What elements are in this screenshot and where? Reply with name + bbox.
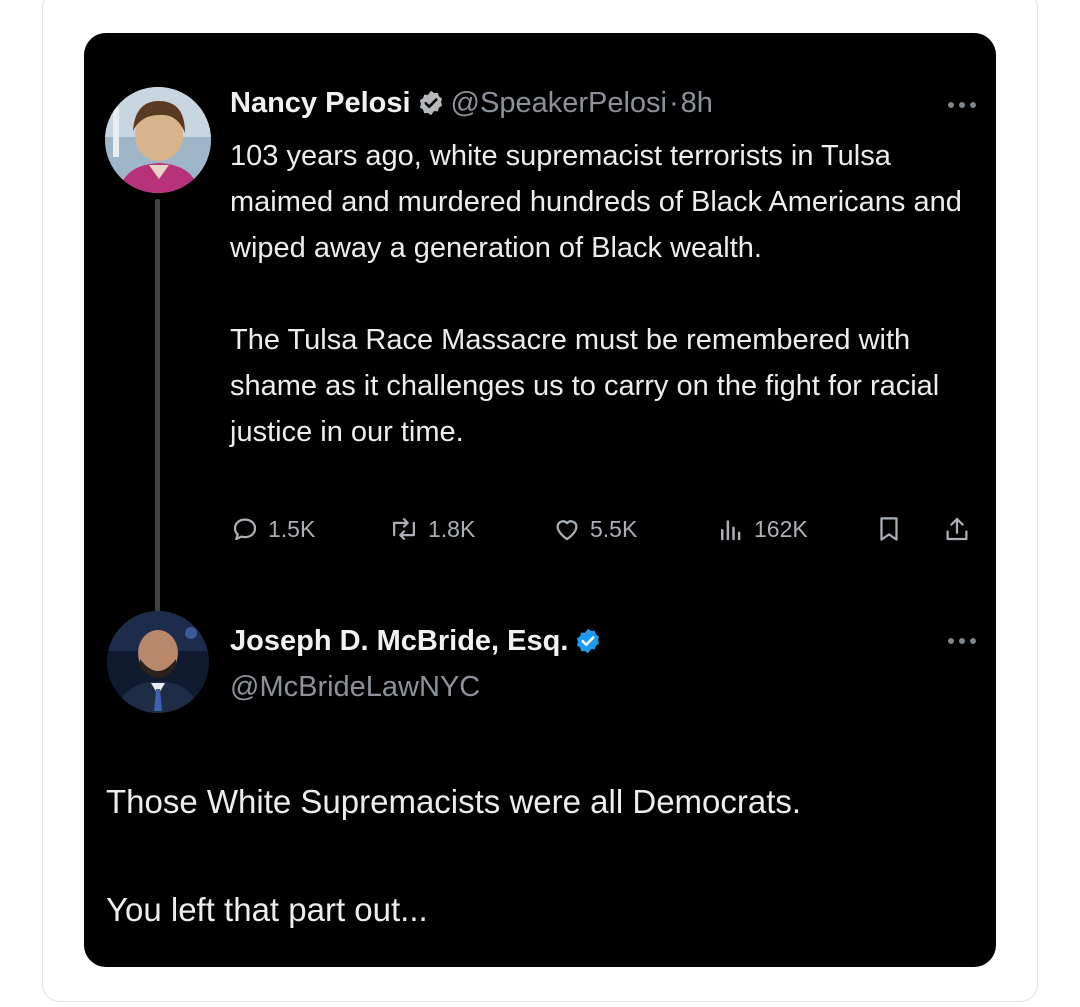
- reply-author-handle[interactable]: @McBrideLawNYC: [230, 669, 480, 705]
- reply-author-name[interactable]: Joseph D. McBride, Esq.: [230, 623, 568, 659]
- author-name[interactable]: Nancy Pelosi: [230, 85, 411, 121]
- reply-line-1: Those White Supremacists were all Democr…: [106, 783, 802, 820]
- repost-button[interactable]: 1.8K: [388, 509, 475, 549]
- tweet-paragraph-2: The Tulsa Race Massacre must be remember…: [230, 324, 940, 448]
- tweet-header: Nancy Pelosi @SpeakerPelosi · 8h: [230, 85, 713, 121]
- share-icon: [946, 517, 968, 541]
- reply-count: 1.5K: [268, 515, 316, 542]
- tweet-action-bar: 1.5K 1.8K 5.5K 162K: [230, 509, 990, 549]
- more-icon: [948, 638, 976, 644]
- reply-name-line: Joseph D. McBride, Esq.: [230, 623, 608, 659]
- reply-button[interactable]: 1.5K: [230, 509, 315, 549]
- reply-text: Those White Supremacists were all Democr…: [106, 775, 986, 937]
- tweet-paragraph-1: 103 years ago, white supremacist terrori…: [230, 140, 962, 264]
- views-count: 162K: [754, 515, 808, 542]
- pelosi-avatar[interactable]: [105, 87, 211, 193]
- verified-badge-icon: [574, 627, 602, 655]
- bookmark-icon: [880, 517, 898, 541]
- reply-more-button[interactable]: [942, 631, 982, 651]
- like-icon: [556, 520, 578, 541]
- verified-badge-icon: [417, 89, 445, 117]
- thread-connector-line: [155, 199, 160, 627]
- reply-icon: [233, 518, 257, 541]
- tweet-text: 103 years ago, white supremacist terrori…: [230, 133, 990, 455]
- like-count: 5.5K: [590, 515, 638, 542]
- reply-handle-line: @McBrideLawNYC: [230, 669, 480, 705]
- separator-dot: ·: [668, 87, 679, 119]
- share-button[interactable]: [942, 509, 980, 549]
- author-handle[interactable]: @SpeakerPelosi: [451, 85, 667, 121]
- views-icon: [721, 520, 741, 541]
- tweet-more-button[interactable]: [942, 95, 982, 115]
- like-button[interactable]: 5.5K: [552, 509, 637, 549]
- more-icon: [948, 102, 976, 108]
- embedded-tweet-screenshot: Nancy Pelosi @SpeakerPelosi · 8h 103 yea…: [84, 33, 996, 967]
- views-button[interactable]: 162K: [716, 509, 808, 549]
- mcbride-avatar[interactable]: [107, 611, 209, 713]
- repost-icon: [393, 518, 415, 540]
- repost-count: 1.8K: [428, 515, 476, 542]
- bookmark-button[interactable]: [874, 509, 912, 549]
- reply-line-2: You left that part out...: [106, 891, 428, 928]
- tweet-time[interactable]: 8h: [681, 85, 713, 121]
